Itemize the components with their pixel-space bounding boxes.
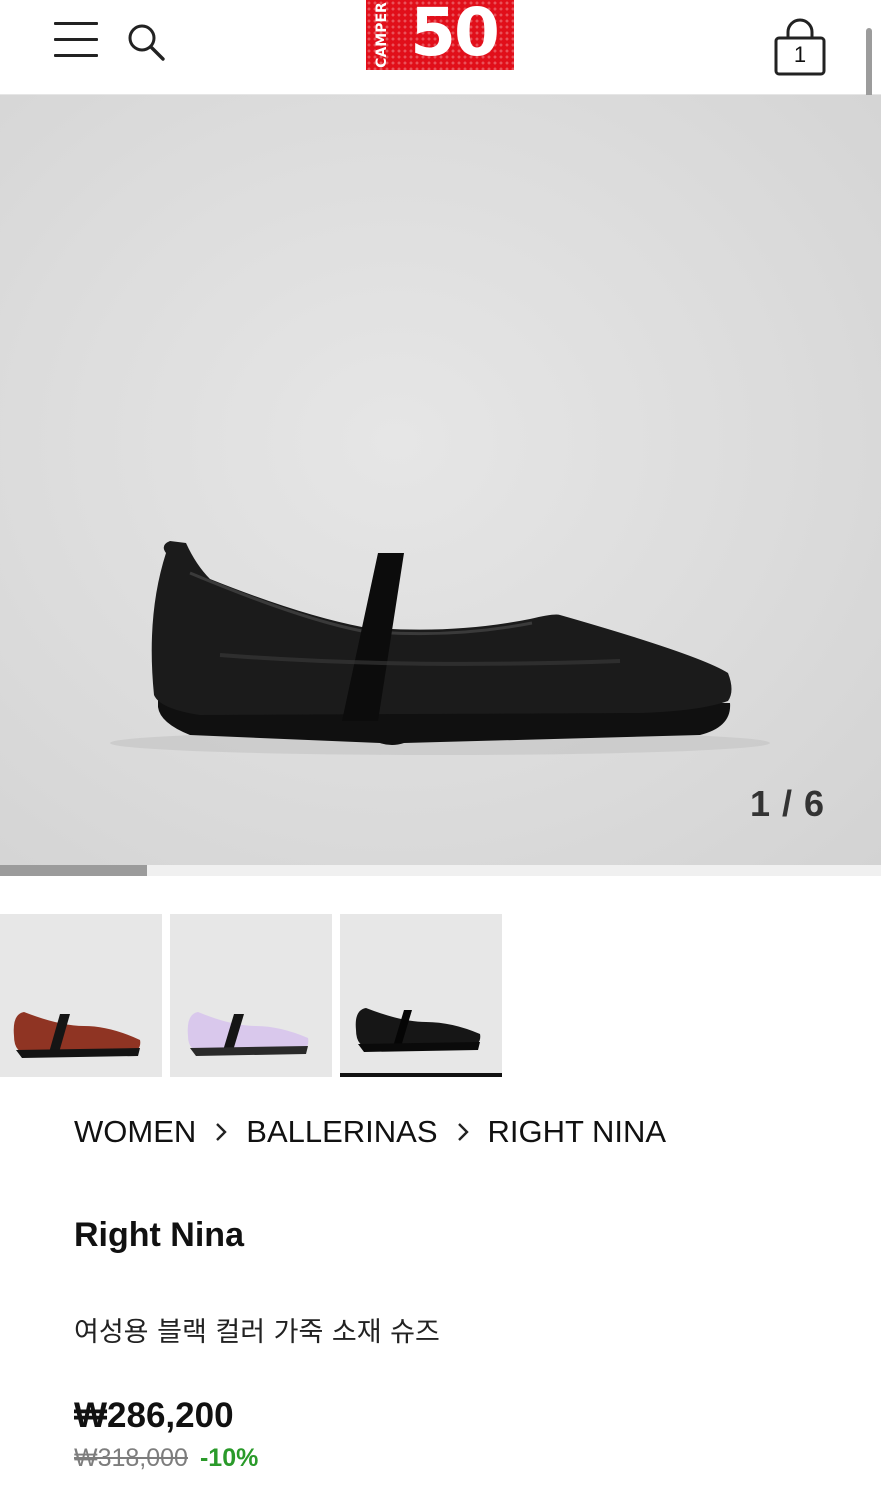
image-counter: 1 / 6 [749, 783, 825, 824]
breadcrumb-women[interactable]: WOMEN [74, 1114, 196, 1150]
search-icon[interactable] [124, 20, 168, 64]
color-thumbnail-lilac[interactable] [170, 914, 332, 1077]
black-ballerina-shoe-image [110, 541, 770, 755]
breadcrumb-ballerinas[interactable]: BALLERINAS [246, 1114, 437, 1150]
gallery-progress-bar [0, 865, 881, 876]
chevron-right-icon [216, 1123, 227, 1141]
original-price: ₩318,000 [74, 1444, 188, 1472]
discount-badge: -10% [199, 1444, 259, 1472]
product-title: Right Nina [74, 1216, 244, 1254]
breadcrumb: WOMEN BALLERINAS RIGHT NINA [74, 1110, 666, 1154]
logo-number: 50 [410, 0, 500, 70]
product-main-image[interactable]: 1 / 6 [0, 95, 881, 865]
breadcrumb-right-nina[interactable]: RIGHT NINA [488, 1114, 667, 1150]
hamburger-menu-icon[interactable] [52, 18, 100, 62]
product-price: ₩286,200 [74, 1396, 234, 1435]
chevron-right-icon [457, 1123, 469, 1141]
product-description: 여성용 블랙 컬러 가죽 소재 슈즈 [74, 1317, 440, 1348]
camper-50-logo[interactable]: CAMPER 50 [366, 0, 514, 70]
site-header: CAMPER 50 1 [0, 0, 881, 95]
cart-count: 1 [793, 42, 807, 67]
shopping-bag-icon[interactable]: 1 [770, 18, 830, 80]
gallery-progress-fill [0, 865, 147, 876]
logo-side-text: CAMPER [374, 2, 390, 68]
price-details: ₩318,000 -10% [74, 1444, 258, 1473]
color-thumbnail-black[interactable] [340, 914, 502, 1077]
color-thumbnail-red-brown[interactable] [0, 914, 162, 1077]
